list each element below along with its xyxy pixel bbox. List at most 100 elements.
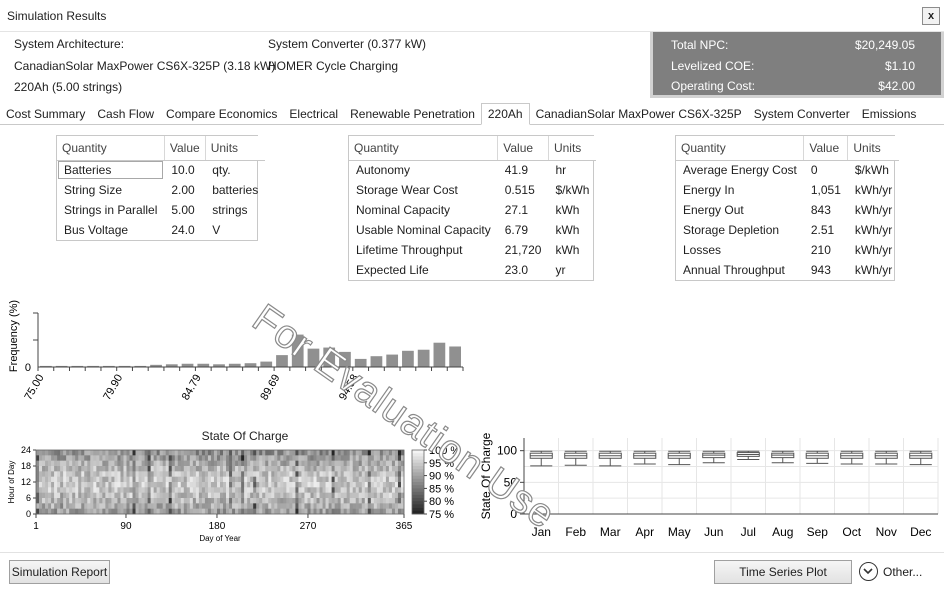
cell-quantity[interactable]: Strings in Parallel	[57, 200, 164, 220]
cell-value[interactable]: 23.0	[498, 260, 549, 280]
column-header[interactable]: Units	[205, 136, 266, 161]
heatmap-cell	[361, 492, 366, 499]
cell-value[interactable]: 843	[804, 200, 848, 220]
table-row[interactable]: Storage Wear Cost 0.515 $/kWh	[349, 180, 596, 200]
table-row[interactable]: Nominal Capacity 27.1 kWh	[349, 200, 596, 220]
cell-units[interactable]: kWh	[548, 200, 596, 220]
tab-pv-module[interactable]: CanadianSolar MaxPower CS6X-325P	[530, 104, 748, 124]
tab-cash-flow[interactable]: Cash Flow	[91, 104, 160, 124]
cell-units[interactable]: kWh	[548, 240, 596, 260]
heatmap-cell	[141, 476, 145, 483]
cell-quantity[interactable]: Bus Voltage	[57, 220, 164, 240]
cell-quantity[interactable]: Nominal Capacity	[349, 200, 498, 220]
cell-value[interactable]: 210	[804, 240, 848, 260]
heatmap-cell	[376, 466, 381, 472]
heatmap-cell	[250, 508, 254, 515]
cell-quantity[interactable]: Losses	[676, 240, 804, 260]
table-row[interactable]: Usable Nominal Capacity 6.79 kWh	[349, 220, 596, 240]
heatmap-cell	[337, 476, 341, 483]
simulation-report-button[interactable]: Simulation Report	[9, 560, 110, 584]
table-row[interactable]: Batteries 10.0 qty.	[57, 160, 265, 180]
cell-units[interactable]: $/kWh	[848, 160, 899, 180]
cell-units[interactable]: strings	[205, 200, 265, 220]
column-header[interactable]: Quantity	[676, 136, 805, 161]
cell-units[interactable]: kWh/yr	[848, 200, 899, 220]
tab-electrical[interactable]: Electrical	[283, 104, 344, 124]
table-row[interactable]: Storage Depletion 2.51 kWh/yr	[676, 220, 899, 240]
tab-emissions[interactable]: Emissions	[856, 104, 923, 124]
cell-value[interactable]: 0.515	[498, 180, 549, 200]
close-button[interactable]: x	[922, 7, 940, 25]
cell-value[interactable]: 27.1	[498, 200, 549, 220]
heatmap-cell	[271, 466, 275, 472]
column-header[interactable]: Value	[164, 136, 206, 161]
table-row[interactable]: Autonomy 41.9 hr	[349, 160, 596, 180]
cell-value[interactable]: 41.9	[498, 160, 549, 180]
cell-value[interactable]: 24.0	[164, 220, 205, 240]
cell-value[interactable]: 943	[804, 260, 848, 280]
tab-220ah[interactable]: 220Ah	[480, 103, 530, 125]
cell-units[interactable]: kWh	[548, 220, 596, 240]
heatmap-cell	[129, 498, 133, 504]
cell-quantity[interactable]: Lifetime Throughput	[349, 240, 498, 260]
cell-value[interactable]: 10.0	[164, 160, 205, 180]
heatmap-cell	[313, 482, 317, 488]
table-row[interactable]: Annual Throughput 943 kWh/yr	[676, 260, 899, 280]
cell-value[interactable]: 2.51	[804, 220, 848, 240]
cell-value[interactable]: 6.79	[498, 220, 549, 240]
cell-units[interactable]: kWh/yr	[848, 220, 899, 240]
cell-quantity[interactable]: Usable Nominal Capacity	[349, 220, 498, 240]
heatmap-cell	[331, 460, 335, 467]
cell-quantity[interactable]: Average Energy Cost	[676, 160, 804, 180]
column-header[interactable]: Units	[548, 136, 597, 161]
cell-quantity[interactable]: Annual Throughput	[676, 260, 804, 280]
table-row[interactable]: Lifetime Throughput 21,720 kWh	[349, 240, 596, 260]
cell-units[interactable]: kWh/yr	[848, 180, 899, 200]
cell-quantity[interactable]: String Size	[57, 180, 164, 200]
cell-value[interactable]: 0	[804, 160, 848, 180]
cell-quantity[interactable]: Expected Life	[349, 260, 498, 280]
column-header[interactable]: Units	[847, 136, 900, 161]
column-header[interactable]: Value	[497, 136, 549, 161]
cell-units[interactable]: hr	[548, 160, 596, 180]
heatmap-cell	[141, 487, 145, 493]
table-row[interactable]: Expected Life 23.0 yr	[349, 260, 596, 280]
cell-quantity[interactable]: Batteries	[57, 160, 164, 180]
cell-quantity[interactable]: Energy In	[676, 180, 804, 200]
tab-cost-summary[interactable]: Cost Summary	[0, 104, 91, 124]
cell-quantity[interactable]: Storage Wear Cost	[349, 180, 498, 200]
table-row[interactable]: Losses 210 kWh/yr	[676, 240, 899, 260]
cell-units[interactable]: batteries	[205, 180, 265, 200]
tab-renewable-penetration[interactable]: Renewable Penetration	[344, 104, 481, 124]
cell-units[interactable]: yr	[548, 260, 596, 280]
other-chevron-icon[interactable]	[859, 562, 878, 581]
cell-quantity[interactable]: Energy Out	[676, 200, 804, 220]
cell-quantity[interactable]: Storage Depletion	[676, 220, 804, 240]
cell-value[interactable]: 2.00	[164, 180, 205, 200]
cell-units[interactable]: qty.	[205, 160, 265, 180]
tab-system-converter[interactable]: System Converter	[748, 104, 856, 124]
cell-units[interactable]: V	[205, 220, 265, 240]
cell-value[interactable]: 5.00	[164, 200, 205, 220]
table-row[interactable]: Average Energy Cost 0 $/kWh	[676, 160, 899, 180]
table-row[interactable]: Energy In 1,051 kWh/yr	[676, 180, 899, 200]
cell-units[interactable]: kWh/yr	[848, 240, 899, 260]
cell-units[interactable]: kWh/yr	[848, 260, 899, 280]
time-series-plot-button[interactable]: Time Series Plot	[714, 560, 852, 584]
table-row[interactable]: Energy Out 843 kWh/yr	[676, 200, 899, 220]
tab-compare-economics[interactable]: Compare Economics	[160, 104, 283, 124]
column-header[interactable]: Quantity	[57, 136, 165, 161]
column-header[interactable]: Value	[803, 136, 849, 161]
other-options-link[interactable]: Other...	[883, 565, 922, 579]
table-row[interactable]: String Size 2.00 batteries	[57, 180, 265, 200]
cell-value[interactable]: 1,051	[804, 180, 848, 200]
heatmap-cell	[352, 492, 357, 499]
column-header[interactable]: Quantity	[349, 136, 499, 161]
table-row[interactable]: Bus Voltage 24.0 V	[57, 220, 265, 240]
cell-units[interactable]: $/kWh	[548, 180, 596, 200]
heatmap-cell	[129, 466, 133, 472]
cell-quantity[interactable]: Autonomy	[349, 160, 498, 180]
heatmap-cell	[165, 460, 170, 467]
cell-value[interactable]: 21,720	[498, 240, 549, 260]
table-row[interactable]: Strings in Parallel 5.00 strings	[57, 200, 265, 220]
